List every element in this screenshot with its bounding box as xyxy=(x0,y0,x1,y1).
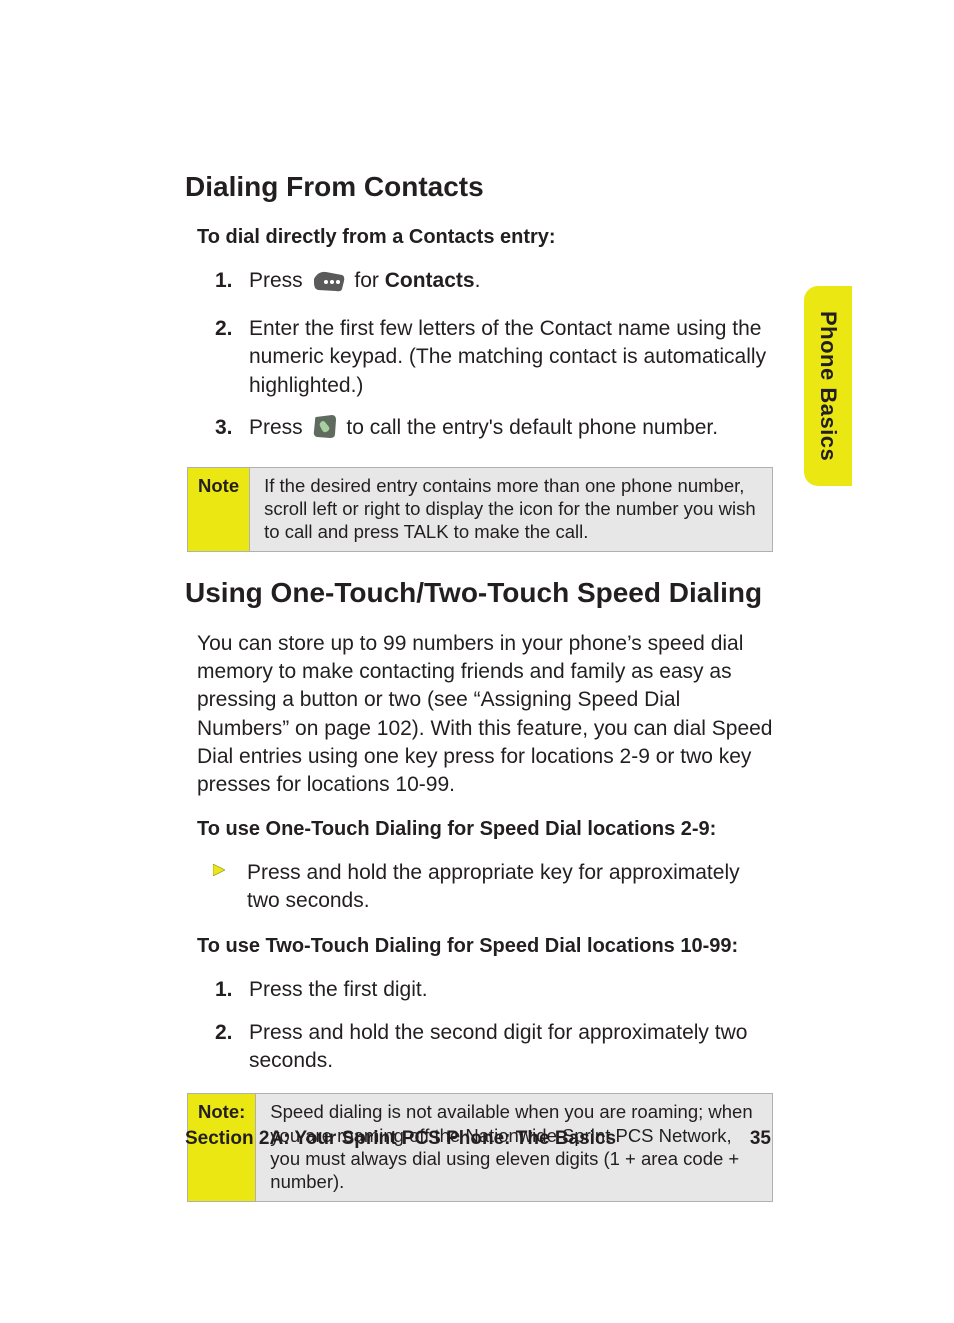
talk-key-icon xyxy=(312,414,338,448)
softkey-dots-icon xyxy=(312,269,346,301)
side-tab-label: Phone Basics xyxy=(813,311,843,461)
intro-dial-from-contacts: To dial directly from a Contacts entry: xyxy=(197,224,775,251)
text-fragment: for xyxy=(354,269,384,292)
note-body: If the desired entry contains more than … xyxy=(250,468,772,551)
text-fragment: Press xyxy=(249,416,309,439)
intro-two-touch: To use Two-Touch Dialing for Speed Dial … xyxy=(197,933,775,960)
page-content: Dialing From Contacts To dial directly f… xyxy=(185,160,775,1224)
step-number: 3. xyxy=(215,414,249,448)
contacts-label: Contacts xyxy=(385,269,475,292)
speed-dial-paragraph: You can store up to 99 numbers in your p… xyxy=(197,630,775,800)
step-number: 2. xyxy=(215,1019,249,1076)
footer-page-number: 35 xyxy=(750,1126,771,1152)
text-fragment: to call the entry's default phone number… xyxy=(346,416,718,439)
intro-one-touch: To use One-Touch Dialing for Speed Dial … xyxy=(197,816,775,843)
note-label: Note xyxy=(188,468,250,551)
text-fragment: . xyxy=(475,269,481,292)
steps-dial-from-contacts: 1. Press for Contacts. 2. Enter the firs… xyxy=(215,267,775,449)
one-touch-list: Press and hold the appropriate key for a… xyxy=(213,859,775,916)
step-number: 1. xyxy=(215,267,249,301)
footer-section-label: Section 2A: Your Sprint PCS Phone: The B… xyxy=(185,1126,616,1152)
step-text: Press to call the entry's default phone … xyxy=(249,414,775,448)
list-item-text: Press and hold the appropriate key for a… xyxy=(247,859,775,916)
step-text: Press and hold the second digit for appr… xyxy=(249,1019,775,1076)
step-text: Press the first digit. xyxy=(249,976,775,1004)
step-number: 2. xyxy=(215,315,249,400)
triangle-bullet-icon xyxy=(213,859,247,916)
note-box: Note If the desired entry contains more … xyxy=(187,467,773,552)
steps-two-touch: 1. Press the first digit. 2. Press and h… xyxy=(215,976,775,1075)
side-tab: Phone Basics xyxy=(804,286,852,486)
heading-speed-dialing: Using One-Touch/Two-Touch Speed Dialing xyxy=(185,574,775,612)
step-text: Press for Contacts. xyxy=(249,267,775,301)
step-number: 1. xyxy=(215,976,249,1004)
page-footer: Section 2A: Your Sprint PCS Phone: The B… xyxy=(185,1126,771,1152)
step-text: Enter the first few letters of the Conta… xyxy=(249,315,775,400)
heading-dialing-from-contacts: Dialing From Contacts xyxy=(185,168,775,206)
text-fragment: Press xyxy=(249,269,309,292)
